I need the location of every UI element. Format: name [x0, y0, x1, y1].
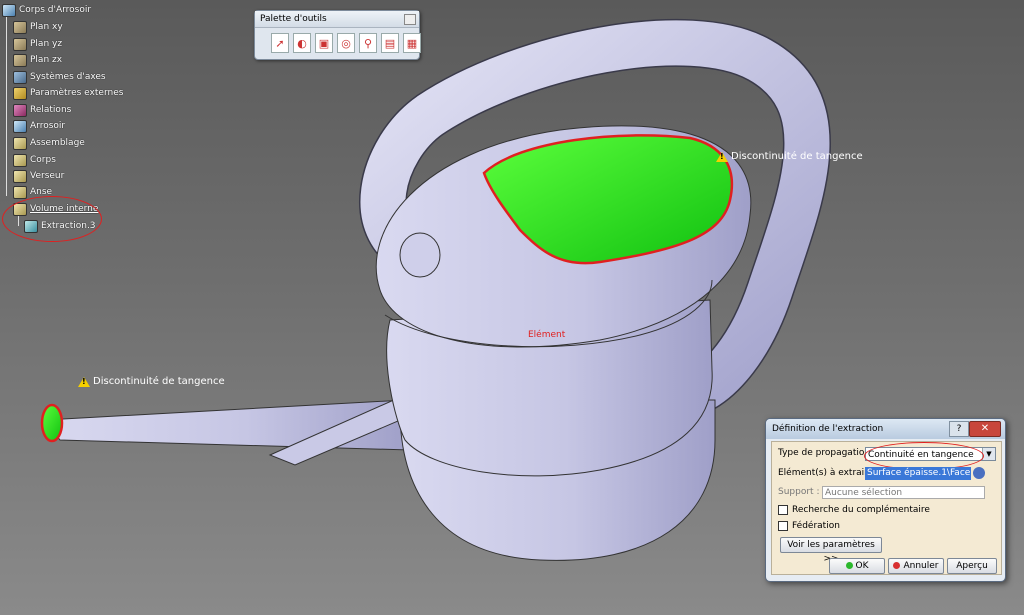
- body-icon: [13, 153, 27, 167]
- tree-item-assemblage[interactable]: Assemblage: [13, 136, 85, 150]
- tree-item-plane-yz[interactable]: Plan yz: [13, 37, 62, 51]
- solid-tool-icon[interactable]: ▦: [403, 33, 421, 53]
- tree-item-external-parameters[interactable]: Paramètres externes: [13, 86, 123, 100]
- element-label: Elément: [528, 330, 566, 340]
- highlight-circle-tree: [2, 196, 102, 242]
- extraction-dialog[interactable]: Définition de l'extraction ? ✕ Type de p…: [765, 418, 1006, 582]
- cancel-button[interactable]: Annuler: [888, 558, 944, 574]
- tree-item-plane-xy[interactable]: Plan xy: [13, 20, 63, 34]
- body-icon: [13, 169, 27, 183]
- chevron-down-icon[interactable]: ▼: [982, 448, 995, 460]
- tool-palette[interactable]: Palette d'outils ➚ ◐ ▣ ◎ ⚲ ▤ ▦: [254, 10, 421, 60]
- elements-label: Elément(s) à extraire: [778, 468, 874, 478]
- pick-tool-icon[interactable]: ⚲: [359, 33, 377, 53]
- support-field[interactable]: Aucune sélection: [822, 486, 985, 499]
- dialog-body: Type de propagation: Continuité en tange…: [771, 441, 1002, 575]
- support-label: Support :: [778, 487, 820, 497]
- tree-item-verseur[interactable]: Verseur: [13, 169, 64, 183]
- warning-icon: [78, 376, 90, 387]
- tree-item-root[interactable]: Corps d'Arrosoir: [2, 3, 91, 17]
- ok-button[interactable]: OK: [829, 558, 885, 574]
- preview-button[interactable]: Aperçu: [947, 558, 997, 574]
- spout-opening: [40, 403, 64, 443]
- palette-close-button[interactable]: [404, 14, 416, 25]
- show-parameters-button[interactable]: Voir les paramètres >>: [780, 537, 882, 564]
- body-icon: [13, 136, 27, 150]
- tangent-tool-icon[interactable]: ◎: [337, 33, 355, 53]
- federation-checkbox-row[interactable]: Fédération: [778, 521, 840, 531]
- complement-checkbox-row[interactable]: Recherche du complémentaire: [778, 505, 930, 515]
- plane-icon: [13, 53, 27, 67]
- federation-checkbox[interactable]: [778, 521, 788, 531]
- tangent-warning-left: Discontinuité de tangence: [78, 376, 225, 387]
- ok-icon: [845, 562, 853, 569]
- selection-icon[interactable]: [973, 467, 985, 479]
- body-icon: [13, 185, 27, 199]
- elements-field[interactable]: Surface épaisse.1\Face.3: [865, 467, 971, 480]
- warning-icon: [716, 151, 728, 162]
- tree-item-corps[interactable]: Corps: [13, 153, 56, 167]
- tree-item-relations[interactable]: Relations: [13, 103, 71, 117]
- tree-item-axis-systems[interactable]: Systèmes d'axes: [13, 70, 106, 84]
- help-button[interactable]: ?: [949, 421, 969, 437]
- tangent-warning-top: Discontinuité de tangence: [716, 151, 863, 162]
- surface-tool-icon[interactable]: ▤: [381, 33, 399, 53]
- fill-tool-icon[interactable]: ◐: [293, 33, 311, 53]
- plane-icon: [13, 20, 27, 34]
- plane-icon: [13, 37, 27, 51]
- part-icon: [2, 3, 16, 17]
- parameters-icon: [13, 86, 27, 100]
- select-tool-icon[interactable]: ➚: [271, 33, 289, 53]
- axis-system-icon: [13, 70, 27, 84]
- tree-item-plane-zx[interactable]: Plan zx: [13, 53, 62, 67]
- tree-item-arrosoir[interactable]: Arrosoir: [13, 119, 65, 133]
- complement-checkbox[interactable]: [778, 505, 788, 515]
- close-button[interactable]: ✕: [969, 421, 1001, 437]
- specification-tree: Corps d'Arrosoir Plan xy Plan yz Plan zx…: [0, 0, 200, 242]
- cancel-icon: [893, 562, 901, 569]
- update-tool-icon[interactable]: ▣: [315, 33, 333, 53]
- palette-title: Palette d'outils: [255, 11, 419, 28]
- relations-icon: [13, 103, 27, 117]
- highlight-circle-propagation: [864, 442, 984, 470]
- part-body-icon: [13, 119, 27, 133]
- propagation-label: Type de propagation:: [778, 448, 874, 458]
